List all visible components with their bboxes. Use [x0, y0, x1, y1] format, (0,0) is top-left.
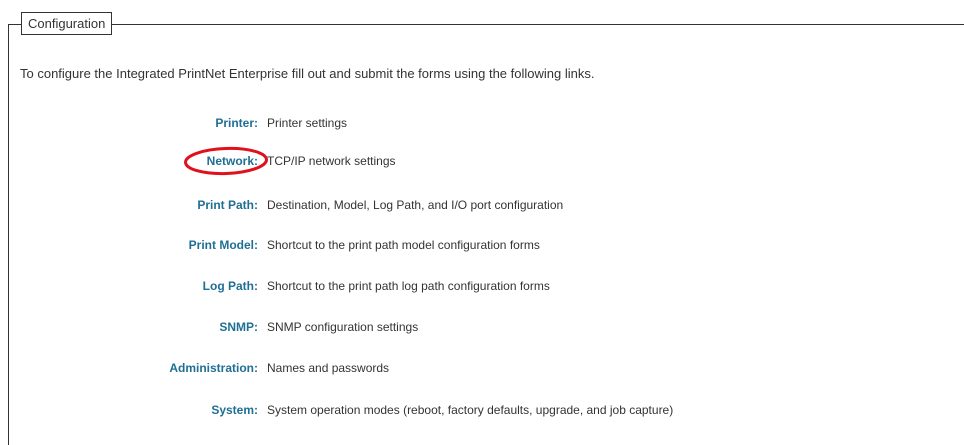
printer-link[interactable]: Printer: [215, 114, 258, 132]
network-link[interactable]: Network: [207, 152, 258, 170]
print-path-link[interactable]: Print Path: [197, 196, 258, 214]
config-row-log-path: Log Path: Shortcut to the print path log… [0, 277, 964, 295]
log-path-description: Shortcut to the print path log path conf… [267, 279, 550, 293]
snmp-link[interactable]: SNMP: [219, 318, 258, 336]
system-description: System operation modes (reboot, factory … [267, 403, 674, 417]
config-row-administration: Administration: Names and passwords [0, 359, 964, 377]
print-model-description: Shortcut to the print path model configu… [267, 238, 540, 252]
config-row-print-model: Print Model: Shortcut to the print path … [0, 236, 964, 254]
system-link[interactable]: System: [211, 401, 258, 419]
config-row-printer: Printer: Printer settings [0, 114, 964, 132]
config-row-snmp: SNMP: SNMP configuration settings [0, 318, 964, 336]
administration-link[interactable]: Administration: [169, 359, 258, 377]
print-path-description: Destination, Model, Log Path, and I/O po… [267, 198, 564, 212]
administration-description: Names and passwords [267, 361, 390, 375]
print-model-link[interactable]: Print Model: [189, 236, 258, 254]
config-row-print-path: Print Path: Destination, Model, Log Path… [0, 196, 964, 214]
log-path-link[interactable]: Log Path: [203, 277, 258, 295]
config-row-system: System: System operation modes (reboot, … [0, 401, 964, 419]
configuration-fieldset [8, 24, 964, 445]
config-row-network: Network: TCP/IP network settings [0, 152, 964, 170]
snmp-description: SNMP configuration settings [267, 320, 419, 334]
network-description: TCP/IP network settings [267, 154, 396, 168]
printer-description: Printer settings [267, 116, 348, 130]
intro-text: To configure the Integrated PrintNet Ent… [20, 66, 595, 81]
fieldset-legend: Configuration [21, 12, 113, 35]
